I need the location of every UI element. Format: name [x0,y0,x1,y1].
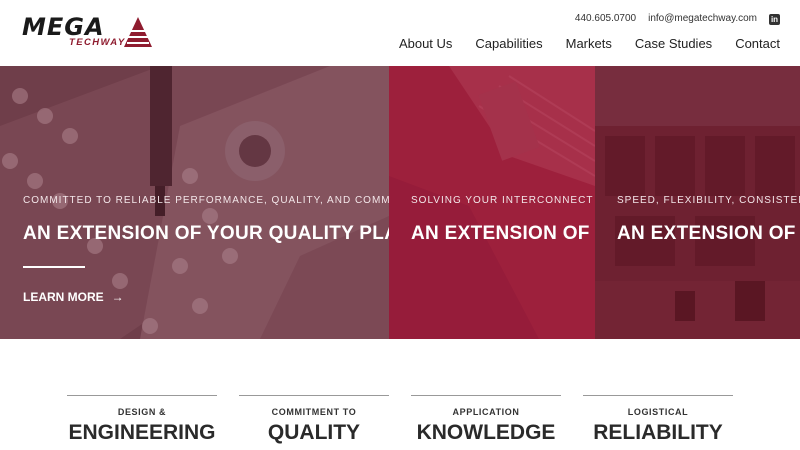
hero-slide-2[interactable]: SOLVING YOUR INTERCONNECT DESIG AN EXTEN… [389,66,595,339]
pillar-kicker: LOGISTICAL [627,407,689,417]
pillar-kicker: APPLICATION [452,407,520,417]
value-pillars: DESIGN & ENGINEERING COMMITMENT TO QUALI… [0,339,800,450]
linkedin-icon[interactable]: in [769,13,780,25]
email-link[interactable]: info@megatechway.com [648,12,757,26]
nav-capabilities[interactable]: Capabilities [475,36,542,52]
phone-link[interactable]: 440.605.0700 [575,12,636,26]
pillar-reliability: LOGISTICAL RELIABILITY [583,395,733,446]
hero-carousel: COMMITTED TO RELIABLE PERFORMANCE, QUALI… [0,66,800,339]
slide-headline: AN EXTENSION OF YO [617,223,800,244]
slide-eyebrow: SOLVING YOUR INTERCONNECT DESIG [411,195,595,206]
pillar-title: RELIABILITY [593,421,723,444]
nav-case-studies[interactable]: Case Studies [635,36,712,52]
contact-bar: 440.605.0700 info@megatechway.com in [575,12,780,26]
slide-eyebrow: COMMITTED TO RELIABLE PERFORMANCE, QUALI… [23,195,389,206]
logo[interactable]: MEGA TECHWAY [22,14,152,50]
pillar-kicker: COMMITMENT TO [271,407,357,417]
slide-divider [23,266,85,268]
pillar-title: ENGINEERING [68,421,216,444]
hero-slide-1[interactable]: COMMITTED TO RELIABLE PERFORMANCE, QUALI… [0,66,389,339]
nav-markets[interactable]: Markets [566,36,612,52]
pillar-title: QUALITY [267,421,361,444]
main-nav: About Us Capabilities Markets Case Studi… [399,36,780,52]
nav-contact[interactable]: Contact [735,36,780,52]
pillar-knowledge: APPLICATION KNOWLEDGE [411,395,561,446]
logo-subtitle: TECHWAY [69,37,126,48]
pillar-kicker: DESIGN & [117,407,167,417]
logo-triangle-icon [124,17,152,47]
site-header: MEGA TECHWAY 440.605.0700 info@megatechw… [0,0,800,66]
slide-headline: AN EXTENSION OF YOUR QUALITY PLAN [23,223,389,244]
learn-more-link[interactable]: LEARN MORE → [23,290,124,304]
hero-slide-3[interactable]: SPEED, FLEXIBILITY, CONSISTENCY A AN EXT… [595,66,800,339]
nav-about-us[interactable]: About Us [399,36,452,52]
arrow-right-icon: → [111,290,124,304]
slide-eyebrow: SPEED, FLEXIBILITY, CONSISTENCY A [617,195,800,206]
pillar-design-engineering: DESIGN & ENGINEERING [67,395,217,446]
pillar-title: KNOWLEDGE [416,421,556,444]
pillar-quality: COMMITMENT TO QUALITY [239,395,389,446]
slide-headline: AN EXTENSION OF YO [411,223,595,244]
learn-more-label: LEARN MORE [23,290,104,304]
